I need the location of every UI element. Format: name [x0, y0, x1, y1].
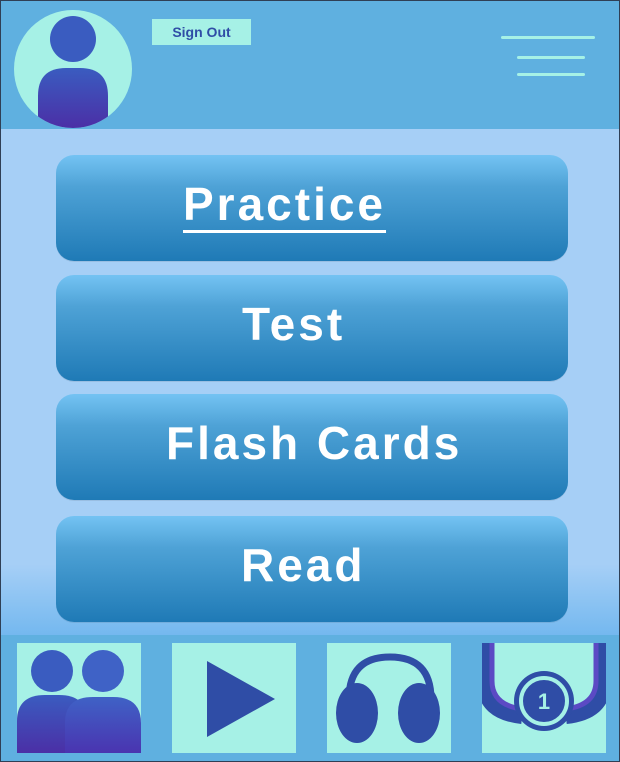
app-frame: Sign Out Practice Test Flash Cards Read	[0, 0, 620, 762]
practice-button[interactable]: Practice	[56, 155, 568, 261]
header-bar: Sign Out	[1, 1, 619, 129]
play-icon[interactable]	[172, 643, 296, 753]
medal-badge-number: 1	[538, 689, 550, 714]
headphones-icon[interactable]	[327, 643, 451, 753]
read-label: Read	[241, 539, 366, 591]
hamburger-menu-icon[interactable]	[497, 32, 597, 80]
practice-label: Practice	[183, 178, 387, 230]
menu-line	[501, 36, 595, 39]
menu-line	[517, 73, 585, 76]
menu-line	[517, 56, 585, 59]
users-icon[interactable]	[17, 643, 141, 753]
sign-out-button[interactable]: Sign Out	[152, 19, 251, 45]
flash-cards-label: Flash Cards	[166, 417, 463, 469]
read-button[interactable]: Read	[56, 516, 568, 622]
bottom-nav: 1	[1, 635, 619, 761]
user-avatar-icon[interactable]	[14, 10, 132, 128]
test-label: Test	[242, 298, 346, 350]
flash-cards-button[interactable]: Flash Cards	[56, 394, 568, 500]
main-menu: Practice Test Flash Cards Read	[1, 129, 619, 635]
medal-icon[interactable]: 1	[482, 643, 606, 753]
test-button[interactable]: Test	[56, 275, 568, 381]
